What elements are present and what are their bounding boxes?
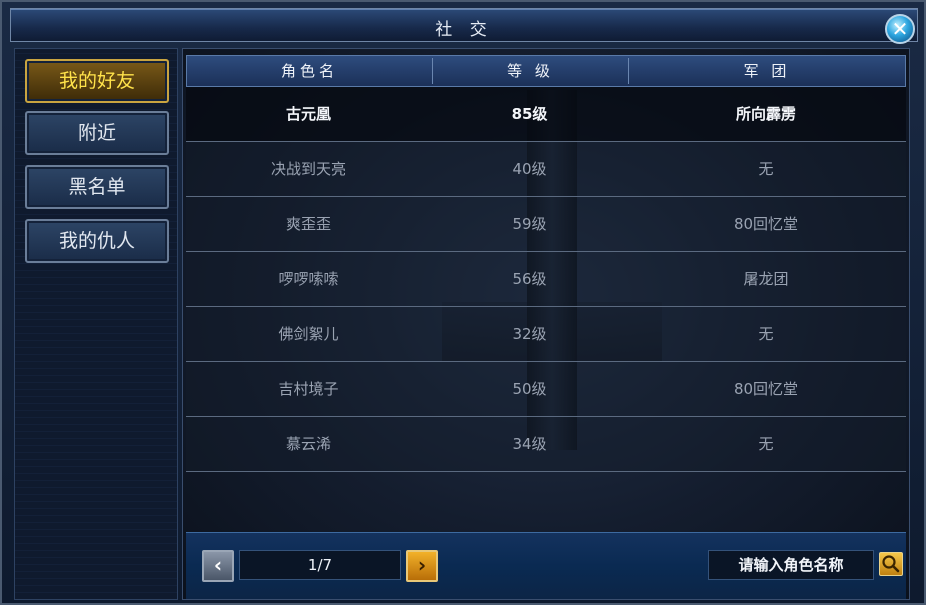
sidebar-item-label: 我的好友	[58, 70, 135, 92]
search-button[interactable]	[879, 552, 903, 576]
search-input[interactable]: 请输入角色名称	[708, 550, 874, 580]
row-name: 决战到天亮	[270, 160, 346, 178]
table-row[interactable]: 慕云浠 34级 无	[186, 417, 906, 472]
sidebar-item-blacklist[interactable]: 黑名单	[25, 165, 169, 209]
row-level: 50级	[512, 380, 547, 398]
row-level: 32级	[512, 325, 547, 343]
row-legion: 80回忆堂	[733, 215, 799, 233]
table-row[interactable]: 佛剑絮儿 32级 无	[186, 307, 906, 362]
sidebar-item-enemies[interactable]: 我的仇人	[25, 219, 169, 263]
title-bar: 社 交	[10, 8, 918, 42]
row-level: 85级	[511, 105, 548, 123]
sidebar-item-label: 黑名单	[68, 176, 126, 198]
prev-page-button[interactable]: ‹	[202, 550, 234, 582]
row-level: 40级	[512, 160, 547, 178]
close-icon: ✕	[891, 17, 909, 41]
search-icon	[882, 555, 900, 573]
row-legion: 所向霹雳	[735, 105, 796, 123]
column-header-name[interactable]: 角色名	[187, 56, 432, 86]
row-legion: 无	[758, 160, 774, 178]
row-name: 吉村境子	[278, 380, 339, 398]
next-page-button[interactable]: ›	[406, 550, 438, 582]
table-row[interactable]: 吉村境子 50级 80回忆堂	[186, 362, 906, 417]
table-header: 角色名 等 级 军 团	[186, 55, 906, 87]
close-button[interactable]: ✕	[885, 14, 915, 44]
table-row[interactable]: 爽歪歪 59级 80回忆堂	[186, 197, 906, 252]
row-name: 古元凰	[285, 105, 331, 123]
table-row[interactable]: 古元凰 85级 所向霹雳	[186, 87, 906, 142]
sidebar: 我的好友 附近 黑名单 我的仇人	[14, 48, 178, 600]
row-legion: 屠龙团	[743, 270, 789, 288]
row-name: 啰啰嗦嗦	[278, 270, 339, 288]
column-header-level[interactable]: 等 级	[433, 56, 628, 86]
sidebar-item-my-friends[interactable]: 我的好友	[25, 59, 169, 103]
page-indicator: 1/7	[239, 550, 401, 580]
sidebar-item-nearby[interactable]: 附近	[25, 111, 169, 155]
window-title: 社 交	[435, 20, 493, 40]
sidebar-item-label: 附近	[77, 122, 116, 144]
table-row[interactable]: 啰啰嗦嗦 56级 屠龙团	[186, 252, 906, 307]
chevron-left-icon: ‹	[213, 553, 223, 577]
table-row[interactable]: 决战到天亮 40级 无	[186, 142, 906, 197]
row-name: 爽歪歪	[285, 215, 331, 233]
row-legion: 无	[758, 325, 774, 343]
row-name: 慕云浠	[285, 435, 331, 453]
column-header-legion[interactable]: 军 团	[629, 56, 905, 86]
row-name: 佛剑絮儿	[278, 325, 339, 343]
chevron-right-icon: ›	[417, 553, 427, 577]
social-window: 社 交 ✕ 我的好友 附近 黑名单 我的仇人 角色名 等 级 军 团 古元凰 8…	[0, 0, 926, 605]
row-level: 59级	[512, 215, 547, 233]
sidebar-item-label: 我的仇人	[58, 230, 135, 252]
row-level: 34级	[512, 435, 547, 453]
row-legion: 80回忆堂	[733, 380, 799, 398]
row-legion: 无	[758, 435, 774, 453]
row-level: 56级	[512, 270, 547, 288]
